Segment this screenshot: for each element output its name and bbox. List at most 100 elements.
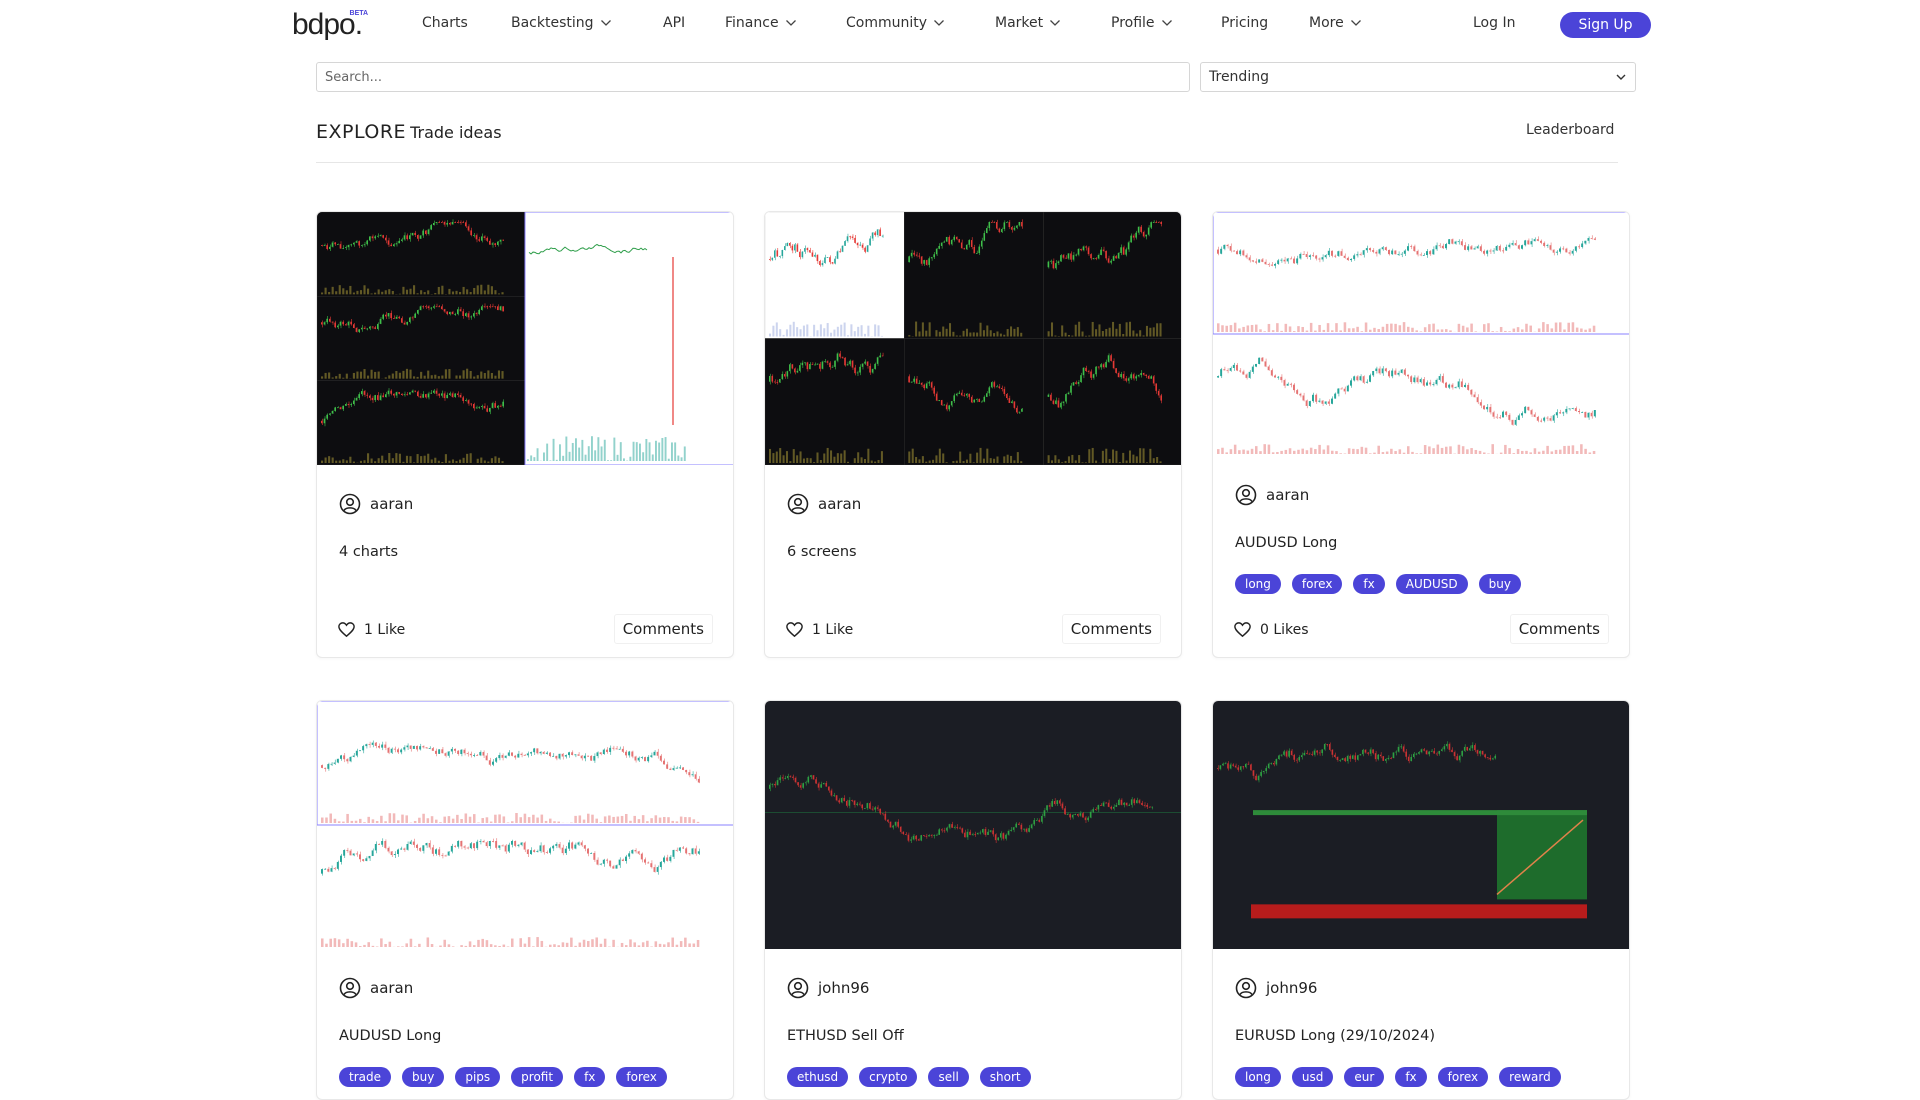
sort-select[interactable]: Trending bbox=[1200, 62, 1636, 92]
login-link[interactable]: Log In bbox=[1473, 15, 1515, 31]
nav-item-charts[interactable]: Charts bbox=[422, 15, 468, 31]
nav-item-finance[interactable]: Finance bbox=[725, 15, 797, 31]
nav-item-pricing[interactable]: Pricing bbox=[1221, 15, 1268, 31]
nav-item-label: Backtesting bbox=[511, 15, 594, 31]
chart-thumbnail[interactable] bbox=[765, 212, 1182, 465]
chart-thumbnail[interactable] bbox=[1213, 212, 1630, 456]
tag-list: longusdeurfxforex reward bbox=[1235, 1067, 1561, 1087]
author[interactable]: aaran bbox=[339, 493, 413, 515]
idea-title[interactable]: AUDUSD Long bbox=[1235, 535, 1337, 551]
chart-thumbnail[interactable] bbox=[1213, 701, 1630, 949]
nav-item-community[interactable]: Community bbox=[846, 15, 945, 31]
nav-item-more[interactable]: More bbox=[1309, 15, 1362, 31]
heart-icon bbox=[337, 620, 356, 639]
idea-card[interactable]: aaran 6 screens 1 Like Comments bbox=[764, 211, 1182, 658]
tag[interactable]: forex bbox=[1438, 1067, 1489, 1087]
author-name: aaran bbox=[370, 979, 413, 997]
author[interactable]: aaran bbox=[339, 977, 413, 999]
chevron-down-icon bbox=[600, 17, 612, 29]
idea-title[interactable]: AUDUSD Long bbox=[339, 1028, 441, 1044]
tag[interactable]: short bbox=[980, 1067, 1031, 1087]
chart-thumbnail[interactable] bbox=[765, 701, 1182, 949]
tag[interactable]: long bbox=[1235, 574, 1281, 594]
beta-badge: BETA bbox=[350, 10, 369, 17]
tag[interactable]: AUDUSD bbox=[1396, 574, 1468, 594]
tag[interactable]: pips bbox=[455, 1067, 500, 1087]
signup-button[interactable]: Sign Up bbox=[1560, 12, 1651, 38]
author-name: aaran bbox=[1266, 486, 1309, 504]
nav-item-profile[interactable]: Profile bbox=[1111, 15, 1173, 31]
author[interactable]: john96 bbox=[1235, 977, 1317, 999]
like-button[interactable]: 0 Likes bbox=[1233, 620, 1309, 639]
chevron-down-icon bbox=[1049, 17, 1061, 29]
author-name: aaran bbox=[818, 495, 861, 513]
tag[interactable]: reward bbox=[1499, 1067, 1561, 1087]
tag[interactable]: forex bbox=[616, 1067, 667, 1087]
tag[interactable]: fx bbox=[574, 1067, 605, 1087]
nav-item-label: Community bbox=[846, 15, 927, 31]
idea-card[interactable]: aaran AUDUSD Long long forexfx AUDUSD buy 0 L… bbox=[1212, 211, 1630, 658]
author[interactable]: aaran bbox=[1235, 484, 1309, 506]
leaderboard-link[interactable]: Leaderboard bbox=[1526, 122, 1614, 138]
nav-item-label: Market bbox=[995, 15, 1043, 31]
comments-button[interactable]: Comments bbox=[1510, 614, 1609, 644]
idea-card[interactable]: john96 ETHUSD Sell Off ethusd crypto sellsho… bbox=[764, 700, 1182, 1100]
tag[interactable]: fx bbox=[1395, 1067, 1426, 1087]
top-nav: bdpo. BETA Charts Backtesting API Finance Co… bbox=[0, 0, 1920, 48]
heart-icon bbox=[1233, 620, 1252, 639]
idea-card[interactable]: john96 EURUSD Long (29/10/2024) longusdeur… bbox=[1212, 700, 1630, 1100]
author-name: aaran bbox=[370, 495, 413, 513]
tag[interactable]: forex bbox=[1292, 574, 1343, 594]
chevron-down-icon bbox=[785, 17, 797, 29]
tag[interactable]: trade bbox=[339, 1067, 391, 1087]
tag[interactable]: profit bbox=[511, 1067, 563, 1087]
user-circle-icon bbox=[339, 977, 361, 999]
chart-thumbnail[interactable] bbox=[317, 701, 734, 949]
page-title-sub: Trade ideas bbox=[410, 123, 501, 142]
tag[interactable]: buy bbox=[402, 1067, 444, 1087]
user-circle-icon bbox=[1235, 484, 1257, 506]
author-name: john96 bbox=[1266, 979, 1317, 997]
like-count: 1 Like bbox=[812, 622, 853, 638]
tag[interactable]: sell bbox=[928, 1067, 968, 1087]
nav-item-label: Charts bbox=[422, 15, 468, 31]
heart-icon bbox=[785, 620, 804, 639]
idea-title[interactable]: 6 screens bbox=[787, 544, 857, 560]
chart-thumbnail[interactable] bbox=[317, 212, 734, 465]
nav-item-backtesting[interactable]: Backtesting bbox=[511, 15, 612, 31]
idea-card[interactable]: aaran 4 charts 1 Like Comments bbox=[316, 211, 734, 658]
tag[interactable]: long bbox=[1235, 1067, 1281, 1087]
tag[interactable]: crypto bbox=[859, 1067, 917, 1087]
page-title-main: EXPLORE bbox=[316, 121, 406, 143]
tag[interactable]: eur bbox=[1344, 1067, 1384, 1087]
chevron-down-icon bbox=[1615, 71, 1627, 83]
chevron-down-icon bbox=[933, 17, 945, 29]
tag[interactable]: usd bbox=[1292, 1067, 1333, 1087]
like-button[interactable]: 1 Like bbox=[785, 620, 853, 639]
nav-item-label: API bbox=[663, 15, 685, 31]
comments-button[interactable]: Comments bbox=[614, 614, 713, 644]
user-circle-icon bbox=[787, 977, 809, 999]
like-button[interactable]: 1 Like bbox=[337, 620, 405, 639]
idea-title[interactable]: EURUSD Long (29/10/2024) bbox=[1235, 1028, 1435, 1044]
sort-select-value: Trending bbox=[1209, 69, 1269, 85]
page-title: EXPLORETrade ideas bbox=[316, 121, 502, 143]
tag[interactable]: ethusd bbox=[787, 1067, 848, 1087]
tag[interactable]: fx bbox=[1353, 574, 1384, 594]
nav-item-api[interactable]: API bbox=[663, 15, 685, 31]
idea-title[interactable]: ETHUSD Sell Off bbox=[787, 1028, 904, 1044]
tag[interactable]: buy bbox=[1479, 574, 1521, 594]
author[interactable]: john96 bbox=[787, 977, 869, 999]
chevron-down-icon bbox=[1350, 17, 1362, 29]
idea-title[interactable]: 4 charts bbox=[339, 544, 398, 560]
logo[interactable]: bdpo. BETA bbox=[292, 8, 362, 42]
author[interactable]: aaran bbox=[787, 493, 861, 515]
nav-item-market[interactable]: Market bbox=[995, 15, 1061, 31]
idea-card[interactable]: aaran AUDUSD Long trade buypips profit fxfore… bbox=[316, 700, 734, 1100]
search-input[interactable] bbox=[316, 62, 1190, 92]
nav-item-label: More bbox=[1309, 15, 1344, 31]
author-name: john96 bbox=[818, 979, 869, 997]
comments-button[interactable]: Comments bbox=[1062, 614, 1161, 644]
tag-list: trade buypips profit fxforex bbox=[339, 1067, 667, 1087]
like-count: 0 Likes bbox=[1260, 622, 1309, 638]
